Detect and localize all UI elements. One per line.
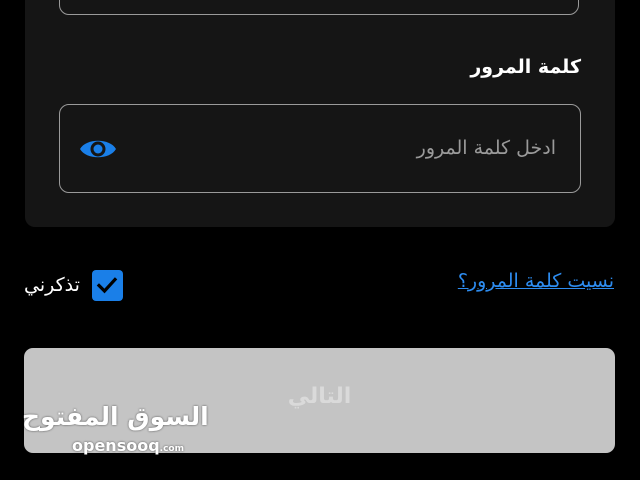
eye-icon[interactable] bbox=[79, 135, 117, 163]
remember-me-row: تذكرني bbox=[24, 268, 123, 302]
login-screen: كلمة المرور تذكرني نسيت كلمة المرور؟ الت… bbox=[0, 0, 640, 480]
remember-me-checkbox[interactable] bbox=[91, 269, 123, 301]
password-input[interactable] bbox=[156, 105, 556, 191]
remember-me-label: تذكرني bbox=[24, 274, 80, 296]
next-button-label: التالي bbox=[287, 384, 352, 409]
next-button[interactable]: التالي bbox=[24, 348, 615, 453]
username-field[interactable] bbox=[59, 0, 579, 15]
password-field-container bbox=[59, 104, 581, 193]
checkmark-icon bbox=[97, 277, 118, 294]
forgot-password-link[interactable]: نسيت كلمة المرور؟ bbox=[458, 270, 614, 292]
password-label: كلمة المرور bbox=[470, 56, 581, 78]
